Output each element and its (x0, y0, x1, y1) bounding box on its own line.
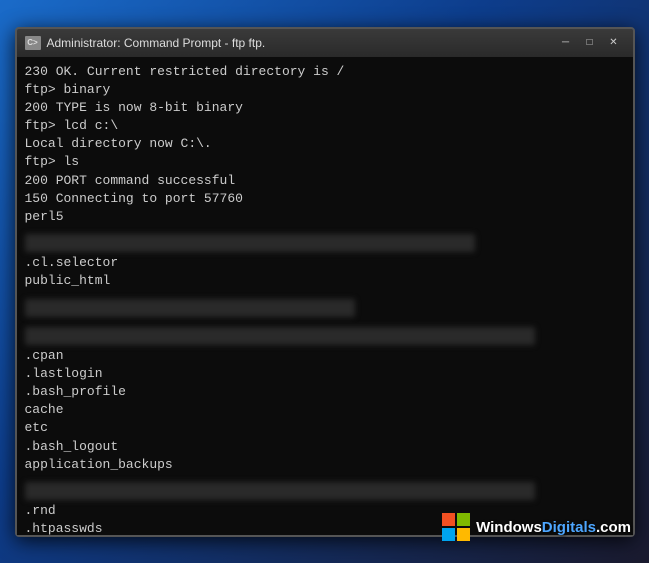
terminal-line: .bash_profile (25, 383, 625, 401)
terminal-line: public_html (25, 272, 625, 290)
terminal-output[interactable]: 230 OK. Current restricted directory is … (17, 57, 633, 535)
terminal-line: .cpan (25, 347, 625, 365)
watermark-icon (442, 513, 470, 541)
terminal-line: 200 TYPE is now 8-bit binary (25, 99, 625, 117)
maximize-button[interactable]: □ (579, 34, 601, 52)
title-bar: C> Administrator: Command Prompt - ftp f… (17, 29, 633, 57)
terminal-line: .lastlogin (25, 365, 625, 383)
terminal-line: ftp> binary (25, 81, 625, 99)
watermark-accent: Digitals (542, 519, 596, 536)
terminal-line: perl5 (25, 208, 625, 226)
minimize-button[interactable]: ─ (555, 34, 577, 52)
window-icon: C> (25, 36, 41, 50)
terminal-line: etc (25, 419, 625, 437)
terminal-line: cache (25, 401, 625, 419)
terminal-line: .bash_logout (25, 438, 625, 456)
terminal-line: ftp> lcd c:\ (25, 117, 625, 135)
gap (25, 474, 625, 480)
gap (25, 319, 625, 325)
blurred-line (25, 327, 535, 345)
blurred-line (25, 234, 475, 252)
terminal-line: .cl.selector (25, 254, 625, 272)
command-prompt-window: C> Administrator: Command Prompt - ftp f… (15, 27, 635, 537)
terminal-line: application_backups (25, 456, 625, 474)
terminal-line: ftp> ls (25, 153, 625, 171)
watermark: WindowsDigitals.com (442, 513, 631, 541)
blurred-line (25, 482, 535, 500)
terminal-line: 230 OK. Current restricted directory is … (25, 63, 625, 81)
blurred-line (25, 299, 355, 317)
terminal-line: 150 Connecting to port 57760 (25, 190, 625, 208)
gap (25, 291, 625, 297)
watermark-text: WindowsDigitals.com (476, 519, 631, 536)
window-title: Administrator: Command Prompt - ftp ftp. (47, 36, 549, 50)
gap (25, 226, 625, 232)
terminal-line: Local directory now C:\. (25, 135, 625, 153)
window-controls: ─ □ ✕ (555, 34, 625, 52)
close-button[interactable]: ✕ (603, 34, 625, 52)
terminal-line: 200 PORT command successful (25, 172, 625, 190)
